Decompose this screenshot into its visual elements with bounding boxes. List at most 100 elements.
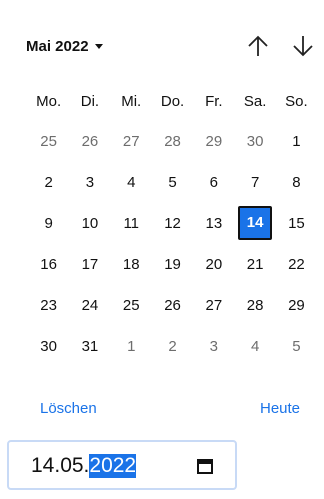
day-cell[interactable]: 5 (276, 326, 317, 367)
date-day-month-segment[interactable]: 14.05. (31, 454, 89, 478)
day-cell[interactable]: 12 (152, 203, 193, 244)
day-cell[interactable]: 25 (28, 121, 69, 162)
calendar-footer: Löschen Heute (0, 396, 323, 424)
day-cell[interactable]: 3 (193, 326, 234, 367)
day-number: 2 (44, 174, 53, 191)
day-number: 3 (85, 174, 95, 191)
day-cell[interactable]: 5 (152, 162, 193, 203)
week-row: 9 10 11 12 13 14 15 (28, 203, 317, 244)
selected-day-cell[interactable]: 14 (234, 203, 275, 244)
day-number: 5 (292, 338, 301, 355)
calendar-header: Mai 2022 (0, 24, 323, 68)
month-year-dropdown[interactable]: Mai 2022 (26, 24, 103, 68)
day-cell[interactable]: 18 (111, 244, 152, 285)
date-picker-popup: Mai 2022 Mo. Di. Mi. Do. Fr. Sa. So. 25 26 27 28 29… (0, 0, 323, 438)
month-year-label: Mai 2022 (26, 37, 89, 55)
day-number: 27 (205, 297, 223, 314)
day-number: 3 (209, 338, 218, 355)
day-cell[interactable]: 25 (111, 285, 152, 326)
day-number: 9 (44, 215, 53, 232)
day-cell[interactable]: 28 (234, 285, 275, 326)
day-cell[interactable]: 4 (234, 326, 275, 367)
day-number: 23 (40, 297, 57, 314)
day-number: 21 (246, 256, 264, 273)
day-cell[interactable]: 11 (111, 203, 152, 244)
day-number: 29 (205, 133, 223, 150)
day-cell[interactable]: 2 (28, 162, 69, 203)
day-cell[interactable]: 30 (234, 121, 275, 162)
previous-month-button[interactable] (244, 32, 272, 60)
date-input[interactable]: 14.05. 2022 (7, 440, 237, 490)
caret-down-icon (94, 43, 103, 49)
day-number: 2 (168, 338, 177, 355)
day-number: 22 (288, 256, 305, 273)
weekday-label: Do. (160, 93, 185, 110)
day-number: 12 (164, 215, 181, 232)
day-cell[interactable]: 7 (234, 162, 275, 203)
day-number: 26 (164, 297, 181, 314)
day-cell[interactable]: 10 (69, 203, 110, 244)
weekday-label: Sa. (243, 93, 267, 110)
day-number: 5 (168, 174, 177, 191)
day-cell[interactable]: 21 (234, 244, 275, 285)
date-input-value[interactable]: 14.05. 2022 (31, 454, 137, 478)
day-number: 31 (81, 338, 99, 355)
day-cell[interactable]: 29 (276, 285, 317, 326)
day-cell[interactable]: 20 (193, 244, 234, 285)
day-cell[interactable]: 3 (69, 162, 110, 203)
next-month-button[interactable] (289, 32, 317, 60)
day-cell[interactable]: 4 (111, 162, 152, 203)
today-button[interactable]: Heute (260, 400, 300, 417)
day-number: 11 (123, 215, 140, 232)
day-cell[interactable]: 17 (69, 244, 110, 285)
day-number: 1 (127, 338, 136, 355)
day-number: 7 (250, 174, 260, 191)
day-number: 26 (81, 133, 99, 150)
week-row: 23 24 25 26 27 28 29 (28, 285, 317, 326)
day-cell[interactable]: 27 (193, 285, 234, 326)
arrow-down-icon (293, 36, 313, 57)
day-cell[interactable]: 26 (69, 121, 110, 162)
day-number: 25 (40, 133, 57, 150)
day-cell[interactable]: 1 (111, 326, 152, 367)
day-cell[interactable]: 2 (152, 326, 193, 367)
clear-button[interactable]: Löschen (40, 400, 97, 417)
day-number: 19 (164, 256, 181, 273)
day-cell[interactable]: 29 (193, 121, 234, 162)
day-cell[interactable]: 6 (193, 162, 234, 203)
day-number: 15 (288, 215, 305, 232)
weekday-header-row: Mo. Di. Mi. Do. Fr. Sa. So. (28, 82, 317, 121)
day-number: 8 (292, 174, 301, 191)
day-cell[interactable]: 23 (28, 285, 69, 326)
week-row: 2 3 4 5 6 7 8 (28, 162, 317, 203)
day-number: 18 (122, 256, 140, 273)
day-number: 30 (40, 338, 57, 355)
day-cell[interactable]: 24 (69, 285, 110, 326)
calendar-icon[interactable] (196, 457, 214, 475)
day-cell[interactable]: 31 (69, 326, 110, 367)
day-cell[interactable]: 8 (276, 162, 317, 203)
day-cell[interactable]: 19 (152, 244, 193, 285)
day-number: 27 (122, 133, 140, 150)
day-number: 13 (205, 215, 223, 232)
day-cell[interactable]: 9 (28, 203, 69, 244)
day-cell[interactable]: 16 (28, 244, 69, 285)
weekday-label: Mo. (36, 93, 62, 110)
date-year-segment[interactable]: 2022 (89, 454, 137, 478)
day-number: 29 (288, 297, 305, 314)
day-number: 10 (81, 215, 99, 232)
day-cell[interactable]: 27 (111, 121, 152, 162)
weekday-label: Di. (80, 93, 100, 110)
day-cell[interactable]: 28 (152, 121, 193, 162)
day-cell[interactable]: 13 (193, 203, 234, 244)
day-cell[interactable]: 15 (276, 203, 317, 244)
week-row: 25 26 27 28 29 30 1 (28, 121, 317, 162)
day-cell[interactable]: 26 (152, 285, 193, 326)
day-cell[interactable]: 22 (276, 244, 317, 285)
day-number: 1 (292, 133, 301, 150)
day-cell[interactable]: 30 (28, 326, 69, 367)
day-cell[interactable]: 1 (276, 121, 317, 162)
day-number: 4 (250, 338, 260, 355)
day-number: 6 (209, 174, 218, 191)
day-number: 28 (246, 297, 264, 314)
